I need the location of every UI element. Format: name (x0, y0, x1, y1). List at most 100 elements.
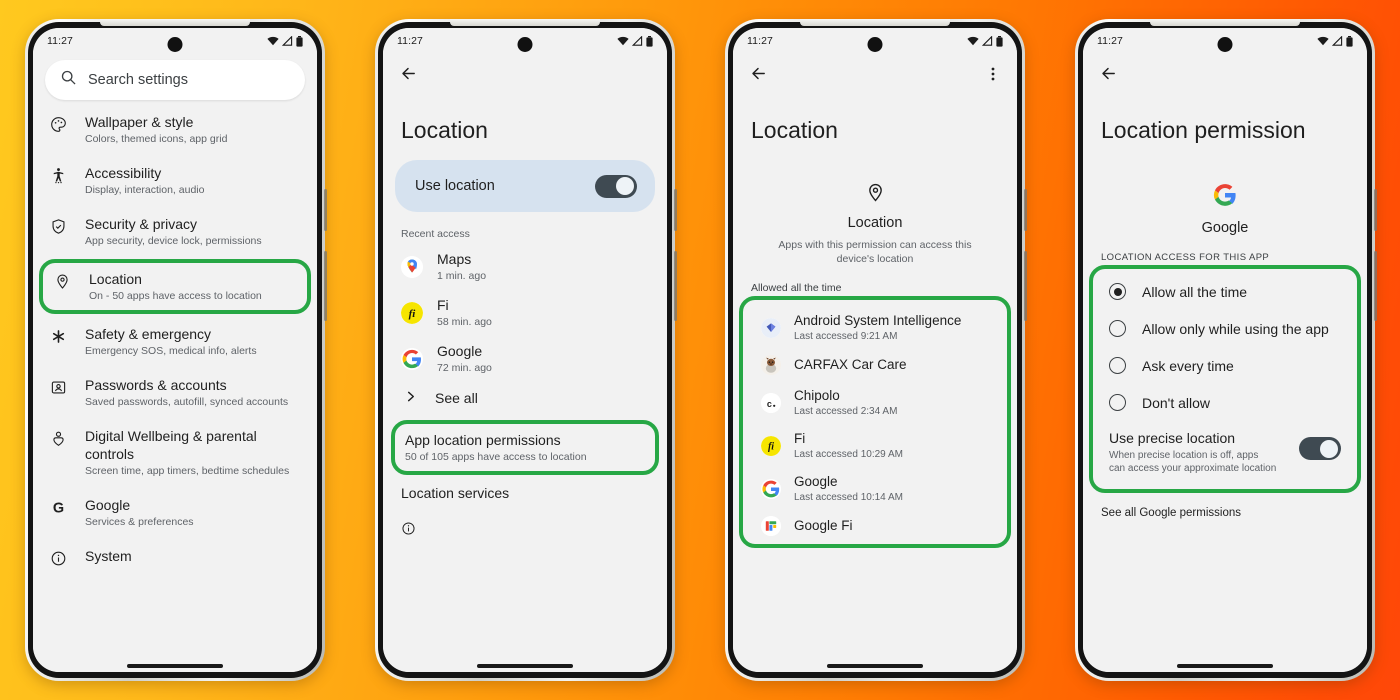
nav-gesture-handle[interactable] (127, 664, 223, 668)
app-name: Google (794, 474, 838, 489)
settings-item-subtitle: Colors, themed icons, app grid (85, 133, 228, 145)
app-name: Chipolo (794, 388, 840, 403)
maps-icon (401, 256, 423, 278)
settings-content: Search settings Wallpaper & style Colors… (33, 54, 317, 672)
volume-button[interactable] (674, 251, 677, 321)
app-item-chipolo[interactable]: c Chipolo Last accessed 2:34 AM (751, 381, 999, 424)
phones-row: 11:27 Search settings Wallpaper & style … (0, 0, 1400, 700)
power-button[interactable] (324, 189, 327, 231)
app-location-permissions-title: App location permissions (405, 432, 561, 448)
settings-item-google[interactable]: G Google Services & preferences (33, 487, 317, 538)
location-content: Location Use location Recent access Maps… (383, 98, 667, 672)
page-title: Location (401, 117, 488, 143)
settings-item-location[interactable]: Location On - 50 apps have access to loc… (39, 259, 311, 314)
settings-item-safety[interactable]: Safety & emergency Emergency SOS, medica… (33, 316, 317, 367)
phone-frame-3: 11:27 Location Location Apps with this p… (725, 19, 1027, 681)
app-access-time: 1 min. ago (437, 270, 487, 282)
app-access-time: Last accessed 10:14 AM (794, 492, 903, 503)
settings-item-system[interactable]: System (33, 538, 317, 576)
allowed-section-header: Allowed all the time (751, 282, 842, 294)
page-title: Location (751, 117, 838, 143)
settings-item-wallpaper[interactable]: Wallpaper & style Colors, themed icons, … (33, 104, 317, 155)
radio-button[interactable] (1109, 394, 1126, 411)
back-arrow-icon[interactable] (749, 64, 768, 88)
power-button[interactable] (1024, 189, 1027, 231)
app-location-permissions-item[interactable]: App location permissions 50 of 105 apps … (391, 420, 659, 475)
settings-item-subtitle: Screen time, app timers, bedtime schedul… (85, 465, 290, 477)
permission-apps-content: Location Location Apps with this permiss… (733, 98, 1017, 672)
app-name: Google (1201, 220, 1249, 236)
location-services-item[interactable]: Location services (383, 475, 667, 511)
android-system-intelligence-icon (761, 317, 781, 338)
settings-item-title: Passwords & accounts (85, 377, 227, 393)
use-location-toggle-card[interactable]: Use location (395, 160, 655, 212)
app-item-google-fi[interactable]: Google Fi (751, 510, 999, 542)
volume-button[interactable] (1374, 251, 1377, 321)
settings-item-security[interactable]: Security & privacy App security, device … (33, 206, 317, 257)
settings-item-subtitle: Display, interaction, audio (85, 184, 205, 196)
app-name: Fi (437, 297, 449, 313)
volume-button[interactable] (324, 251, 327, 321)
app-name: Fi (794, 431, 806, 446)
signal-icon (632, 36, 643, 46)
recent-access-item-google[interactable]: Google 72 min. ago (383, 336, 667, 382)
phone-bezel-2: 11:27 Location Use location Recent acces… (378, 22, 672, 678)
phone-bezel-1: 11:27 Search settings Wallpaper & style … (28, 22, 322, 678)
phone-bezel-3: 11:27 Location Location Apps with this p… (728, 22, 1022, 678)
radio-button[interactable] (1109, 320, 1126, 337)
power-button[interactable] (1374, 189, 1377, 231)
fi-icon: fi (401, 302, 423, 324)
app-item-google[interactable]: Google Last accessed 10:14 AM (751, 467, 999, 510)
settings-item-passwords[interactable]: Passwords & accounts Saved passwords, au… (33, 367, 317, 418)
option-dont-allow[interactable]: Don't allow (1101, 384, 1349, 421)
app-name: Maps (437, 251, 472, 267)
battery-icon (296, 35, 303, 47)
status-time: 11:27 (397, 35, 423, 47)
recent-access-item-fi[interactable]: fi Fi 58 min. ago (383, 290, 667, 336)
app-item-android-system-intelligence[interactable]: Android System Intelligence Last accesse… (751, 306, 999, 349)
radio-button[interactable] (1109, 357, 1126, 374)
see-all-button[interactable]: See all (383, 382, 667, 414)
option-ask-every-time[interactable]: Ask every time (1101, 347, 1349, 384)
volume-button[interactable] (1024, 251, 1027, 321)
back-arrow-icon[interactable] (399, 64, 418, 88)
nav-gesture-handle[interactable] (1177, 664, 1273, 668)
see-all-google-permissions-link[interactable]: See all Google permissions (1083, 493, 1367, 533)
option-label: Don't allow (1142, 394, 1211, 411)
settings-item-subtitle: Services & preferences (85, 516, 194, 528)
recent-access-item-maps[interactable]: Maps 1 min. ago (383, 244, 667, 290)
info-circle-icon[interactable] (383, 511, 667, 551)
use-location-switch[interactable] (595, 174, 637, 198)
app-item-carfax[interactable]: CARFAX Car Care (751, 349, 999, 381)
top-app-bar (1083, 54, 1367, 98)
option-allow-while-using[interactable]: Allow only while using the app (1101, 310, 1349, 347)
back-arrow-icon[interactable] (1099, 64, 1118, 88)
svg-text:c: c (767, 398, 772, 408)
precise-location-switch[interactable] (1299, 437, 1341, 460)
nav-gesture-handle[interactable] (827, 664, 923, 668)
screen-app-location-permission: 11:27 Location permission Google LOCATIO… (1083, 28, 1367, 672)
app-access-time: Last accessed 9:21 AM (794, 331, 898, 342)
settings-item-wellbeing[interactable]: Digital Wellbeing & parental controls Sc… (33, 418, 317, 487)
settings-item-accessibility[interactable]: Accessibility Display, interaction, audi… (33, 155, 317, 206)
app-location-permissions-subtitle: 50 of 105 apps have access to location (405, 451, 587, 463)
app-name: Google Fi (794, 518, 853, 533)
radio-button[interactable] (1109, 283, 1126, 300)
use-precise-location-row[interactable]: Use precise location When precise locati… (1101, 421, 1349, 485)
location-access-options-group: Allow all the time Allow only while usin… (1089, 265, 1361, 493)
speaker-strip (800, 19, 950, 26)
app-permission-content: Location permission Google LOCATION ACCE… (1083, 98, 1367, 672)
search-input[interactable]: Search settings (45, 60, 305, 100)
nav-gesture-handle[interactable] (477, 664, 573, 668)
phone-4-slot: 11:27 Location permission Google LOCATIO… (1050, 0, 1400, 700)
power-button[interactable] (674, 189, 677, 231)
screen-settings-home: 11:27 Search settings Wallpaper & style … (33, 28, 317, 672)
permission-hero: Location Apps with this permission can a… (733, 160, 1017, 272)
chipolo-icon: c (761, 392, 781, 413)
speaker-strip (1150, 19, 1300, 26)
option-allow-all-the-time[interactable]: Allow all the time (1101, 273, 1349, 310)
more-vertical-icon[interactable] (985, 66, 1001, 87)
app-hero: Google (1083, 160, 1367, 242)
settings-item-subtitle: Saved passwords, autofill, synced accoun… (85, 396, 289, 408)
app-item-fi[interactable]: fi Fi Last accessed 10:29 AM (751, 424, 999, 467)
